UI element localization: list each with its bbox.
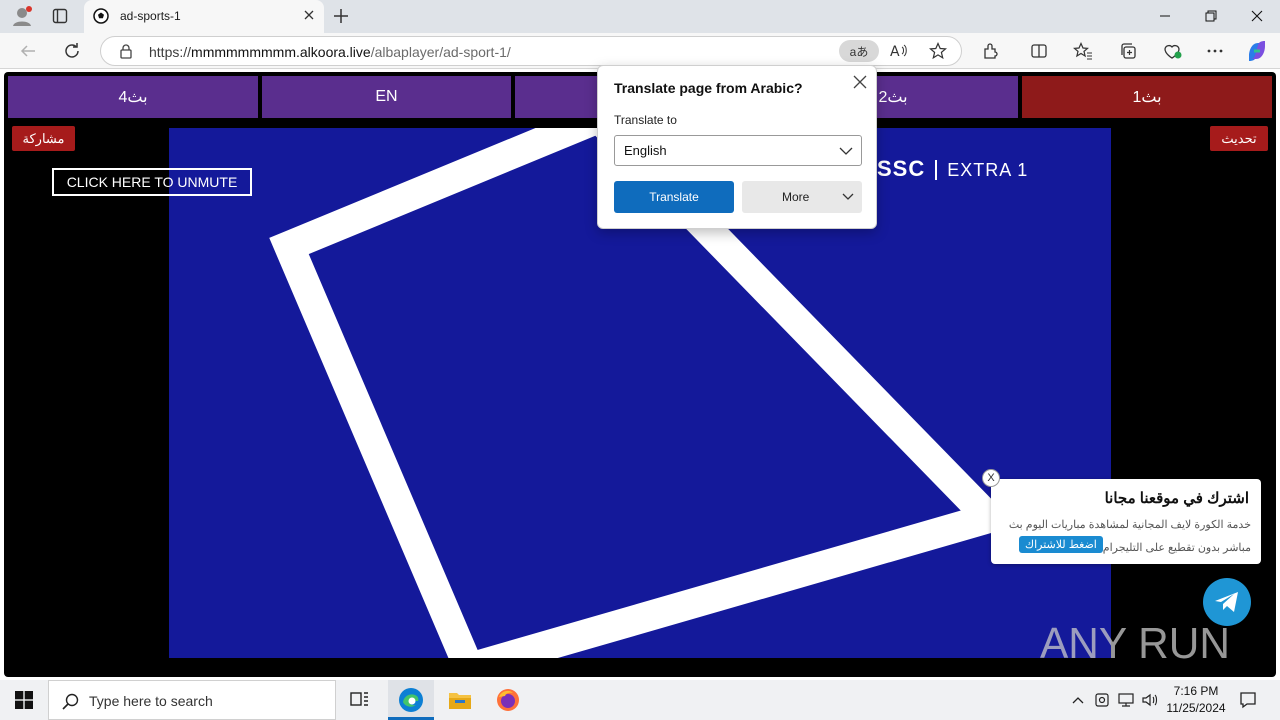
language-select[interactable]: English <box>614 135 862 166</box>
channel-name: EXTRA 1 <box>935 160 1029 180</box>
lock-icon[interactable] <box>119 43 133 64</box>
more-menu-icon[interactable] <box>1202 39 1228 63</box>
address-bar[interactable]: https://mmmmmmmmm.alkoora.live/albaplaye… <box>100 36 962 66</box>
url-domain: mmmmmmmmm.alkoora.live <box>191 44 371 60</box>
collections-icon[interactable] <box>1115 39 1141 63</box>
stream-button-4[interactable]: بث4 <box>8 76 258 118</box>
restore-icon[interactable] <box>1200 6 1222 26</box>
close-icon[interactable] <box>852 74 868 95</box>
url-path: /albaplayer/ad-sport-1/ <box>370 44 511 60</box>
windows-start-icon[interactable] <box>0 680 48 720</box>
subscribe-button[interactable]: اضغط للاشتراك <box>1019 536 1103 553</box>
translate-dialog-title: Translate page from Arabic? <box>614 80 803 96</box>
device-icon[interactable] <box>1092 680 1112 720</box>
reload-stream-button[interactable]: تحديث <box>1210 126 1268 151</box>
translate-button[interactable]: Translate <box>614 181 734 213</box>
tab-actions-icon[interactable] <box>47 4 73 28</box>
refresh-icon[interactable] <box>59 39 85 63</box>
read-aloud-icon[interactable]: A <box>889 42 909 65</box>
url-text[interactable]: https://mmmmmmmmm.alkoora.live/albaplaye… <box>149 44 511 60</box>
search-placeholder: Type here to search <box>89 693 213 709</box>
channel-logo: SSC EXTRA 1 <box>877 156 1029 182</box>
chevron-down-icon <box>842 193 854 200</box>
taskbar-search[interactable]: Type here to search <box>48 680 336 720</box>
profile-icon[interactable] <box>9 4 35 28</box>
task-view-icon[interactable] <box>336 680 384 720</box>
tab-title: ad-sports-1 <box>120 9 181 23</box>
watermark-text: ANY RUN <box>1040 619 1230 668</box>
url-scheme: https:// <box>149 44 192 60</box>
search-icon <box>62 693 79 710</box>
browser-tab[interactable]: ad-sports-1 <box>84 0 324 33</box>
firefox-icon[interactable] <box>484 680 532 720</box>
copilot-icon[interactable] <box>1244 39 1270 63</box>
translate-dialog: Translate page from Arabic? Translate to… <box>597 65 877 229</box>
share-button[interactable]: مشاركة <box>12 126 75 151</box>
promo-close-button[interactable]: X <box>982 469 1000 487</box>
favorites-icon[interactable] <box>1070 39 1096 63</box>
extensions-icon[interactable] <box>978 39 1004 63</box>
screen: { "browser": { "tab_title": "ad-sports-1… <box>0 0 1280 720</box>
subscribe-popup: اشترك في موقعنا مجانا خدمة الكورة لايف ا… <box>991 479 1261 564</box>
volume-icon[interactable] <box>1140 680 1160 720</box>
network-icon[interactable] <box>1116 680 1136 720</box>
clock-date: 11/25/2024 <box>1166 701 1226 715</box>
taskbar: Type here to search 7:16 PM 11/25/2024 <box>0 680 1280 720</box>
minimize-icon[interactable] <box>1154 6 1176 26</box>
stream-button-en[interactable]: EN <box>262 76 511 118</box>
new-tab-icon[interactable] <box>330 5 352 32</box>
svg-text:A: A <box>890 44 900 60</box>
stream-button-1[interactable]: بث1 <box>1022 76 1272 118</box>
notifications-icon[interactable] <box>1236 680 1260 720</box>
favorite-star-icon[interactable] <box>929 42 947 65</box>
close-tab-icon[interactable] <box>302 8 316 27</box>
chevron-up-icon[interactable] <box>1068 680 1088 720</box>
clock-time: 7:16 PM <box>1173 684 1219 698</box>
anyrun-watermark: ANY RUN <box>1040 612 1230 672</box>
file-explorer-icon[interactable] <box>436 680 484 720</box>
address-row: https://mmmmmmmmm.alkoora.live/albaplaye… <box>0 33 1280 69</box>
chevron-down-icon <box>839 147 853 155</box>
translate-icon[interactable]: aあ <box>839 40 879 62</box>
edge-taskbar-icon[interactable] <box>388 680 434 720</box>
unmute-button[interactable]: CLICK HERE TO UNMUTE <box>52 168 252 196</box>
selected-language: English <box>624 143 667 158</box>
soccer-ball-icon <box>93 8 109 29</box>
more-label: More <box>782 190 810 204</box>
channel-logo-text: SSC <box>877 156 926 181</box>
close-window-icon[interactable] <box>1246 6 1268 26</box>
translate-to-label: Translate to <box>614 113 677 127</box>
split-screen-icon[interactable] <box>1026 39 1052 63</box>
more-options-button[interactable]: More <box>742 181 862 213</box>
back-icon[interactable] <box>15 39 41 63</box>
promo-heading: اشترك في موقعنا مجانا <box>1104 490 1249 507</box>
tab-bar: ad-sports-1 <box>0 0 1280 33</box>
system-clock[interactable]: 7:16 PM 11/25/2024 <box>1164 683 1228 717</box>
browser-essentials-icon[interactable] <box>1159 39 1185 63</box>
